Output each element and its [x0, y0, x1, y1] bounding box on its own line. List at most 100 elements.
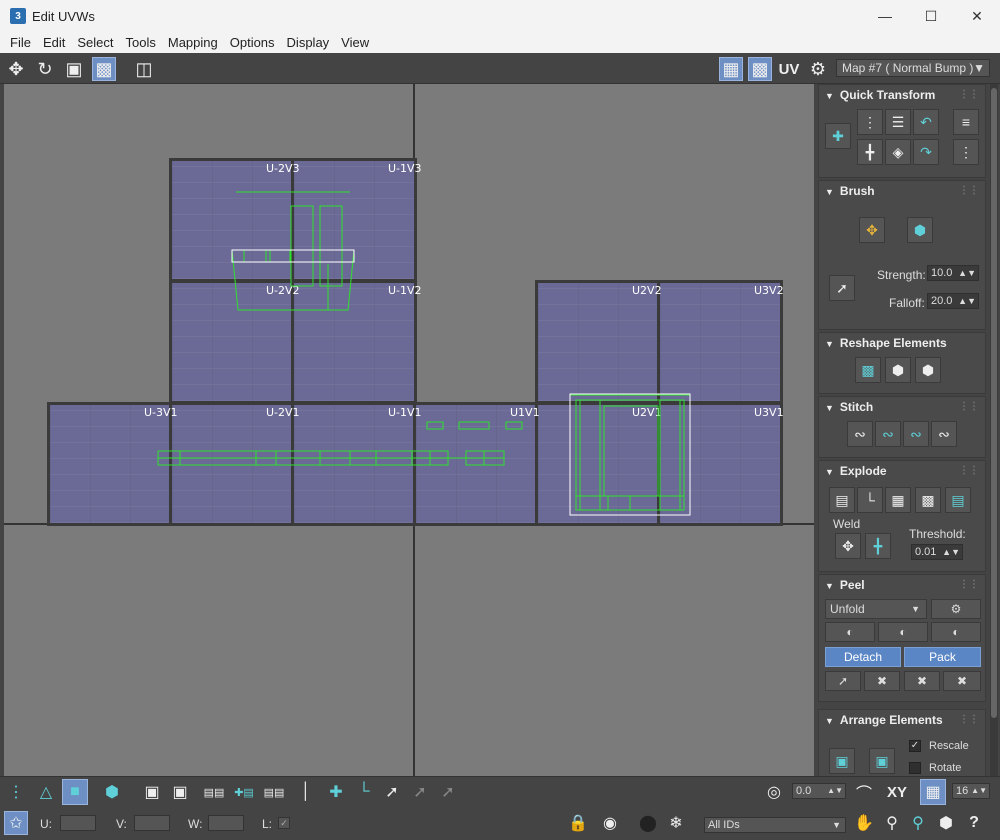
ring-icon[interactable]: ✚▤	[232, 780, 256, 804]
weld-selected-icon[interactable]: ✥	[835, 533, 861, 559]
straighten-selection-icon[interactable]: ▩	[855, 357, 881, 383]
pin-icon[interactable]: ➚	[825, 671, 861, 691]
align-v-icon[interactable]: ☰	[885, 109, 911, 135]
zoom-icon[interactable]: ⚲	[880, 811, 904, 835]
relax-settings-icon[interactable]: ⬢	[915, 357, 941, 383]
select-pins-icon[interactable]: ✖	[943, 671, 981, 691]
pivot-icon[interactable]: ✚	[825, 123, 851, 149]
element-mode-icon[interactable]: ⬢	[100, 780, 124, 804]
scale-icon[interactable]: ▣	[62, 57, 86, 81]
rotate-ccw-icon[interactable]: ↶	[913, 109, 939, 135]
falloff-curve-icon[interactable]: ➚	[829, 275, 855, 301]
space-v-icon[interactable]: ⋮	[953, 139, 979, 165]
paint-select-icon[interactable]: ➚	[380, 780, 404, 804]
menu-options[interactable]: Options	[224, 35, 281, 50]
u-field[interactable]	[60, 815, 96, 831]
v-field[interactable]	[134, 815, 170, 831]
checker-map-icon[interactable]: ▩	[748, 57, 772, 81]
relax-brush-icon[interactable]: ⬢	[907, 217, 933, 243]
peel-mode-button[interactable]: ◐	[878, 622, 928, 642]
grid-size-field[interactable]: 16 ▲▼	[952, 783, 990, 799]
uv-label[interactable]: UV	[777, 57, 801, 81]
grow-selection-icon[interactable]: ▣	[140, 780, 164, 804]
select-overlap-icon[interactable]: ✚	[324, 780, 348, 804]
help-icon[interactable]: ?	[962, 811, 986, 835]
rescale-checkbox[interactable]: ✓	[909, 740, 921, 752]
rotate-icon[interactable]: ↻	[33, 57, 57, 81]
paint-grow-icon[interactable]: ➚	[408, 780, 432, 804]
unpin-icon[interactable]: ✖	[864, 671, 900, 691]
lock-checkbox[interactable]: ✓	[278, 817, 290, 829]
rollout-header[interactable]: ▼ Stitch ⋮⋮	[819, 397, 985, 417]
checker-icon[interactable]: ▦	[719, 57, 743, 81]
rollout-header[interactable]: ▼ Reshape Elements	[819, 333, 985, 353]
lock-icon[interactable]: 🔒	[566, 811, 590, 835]
paint-move-icon[interactable]: ✥	[859, 217, 885, 243]
rotate-cw-icon[interactable]: ↷	[913, 139, 939, 165]
close-button[interactable]: ✕	[954, 0, 1000, 32]
uv-viewport[interactable]: U-2V3 U-1V3 U-2V2 U-1V2 U2V2 U3V2 U-3V1 …	[4, 84, 814, 776]
zoom-extents-icon[interactable]: ⬢	[934, 811, 958, 835]
rollout-header[interactable]: ▼ Arrange Elements ⋮⋮	[819, 710, 985, 730]
quick-peel-button[interactable]: ◐	[825, 622, 875, 642]
maximize-button[interactable]: ☐	[908, 0, 954, 32]
scrollbar-thumb[interactable]	[991, 88, 997, 718]
freeze-icon[interactable]: ❄	[664, 811, 688, 835]
strength-spinner[interactable]: 10.0 ▲▼	[927, 265, 979, 281]
absolute-offset-icon[interactable]: ✩	[4, 811, 28, 835]
detach-button[interactable]: Detach	[825, 647, 901, 667]
stitch-average-icon[interactable]: ∾	[903, 421, 929, 447]
loop-uv-icon[interactable]: ▤▤	[262, 780, 286, 804]
stitch-custom-icon[interactable]: ∾	[847, 421, 873, 447]
menu-mapping[interactable]: Mapping	[162, 35, 224, 50]
align-center-icon[interactable]: ╋	[857, 139, 883, 165]
face-mode-icon[interactable]: ■	[62, 779, 88, 805]
edge-ring-icon[interactable]: │	[294, 780, 318, 804]
rollout-header[interactable]: ▼ Quick Transform ⋮⋮	[819, 85, 985, 105]
rollout-header[interactable]: ▼ Peel ⋮⋮	[819, 575, 985, 595]
threshold-spinner[interactable]: 0.01 ▲▼	[911, 544, 963, 560]
stitch-to-source-icon[interactable]: ∾	[931, 421, 957, 447]
id-filter-dropdown[interactable]: All IDs ▼	[704, 817, 846, 833]
zoom-region-icon[interactable]: ⚲	[906, 811, 930, 835]
w-field[interactable]	[208, 815, 244, 831]
space-h-icon[interactable]: ≡	[953, 109, 979, 135]
map-dropdown[interactable]: Map #7 ( Normal Bump ) ▼	[836, 59, 990, 77]
detach-edge-icon[interactable]: └	[857, 487, 883, 513]
relax-icon[interactable]: ⬢	[885, 357, 911, 383]
menu-display[interactable]: Display	[281, 35, 336, 50]
rollout-header[interactable]: ▼ Explode ⋮⋮	[819, 461, 985, 481]
flatten-by-smoothing-icon[interactable]: ▩	[915, 487, 941, 513]
paint-shrink-icon[interactable]: ➚	[436, 780, 460, 804]
target-weld-icon[interactable]: ╋	[865, 533, 891, 559]
panel-scrollbar[interactable]	[990, 84, 998, 776]
pack-button[interactable]: Pack	[904, 647, 981, 667]
loop-icon[interactable]: ▤▤	[202, 780, 226, 804]
freeform-icon[interactable]: ▩	[92, 57, 116, 81]
peel-reset-button[interactable]: ◐	[931, 622, 981, 642]
menu-select[interactable]: Select	[71, 35, 119, 50]
move-icon[interactable]: ✥	[4, 57, 28, 81]
shrink-selection-icon[interactable]: ▣	[168, 780, 192, 804]
show-hidden-icon[interactable]: ◉	[598, 811, 622, 835]
menu-edit[interactable]: Edit	[37, 35, 71, 50]
peel-mode-dropdown[interactable]: Unfold ▼	[825, 599, 927, 619]
hide-icon[interactable]: ⬤	[636, 811, 660, 835]
rollout-header[interactable]: ▼ Brush ⋮⋮	[819, 181, 985, 201]
mirror-icon[interactable]: ◫	[132, 57, 156, 81]
angle-field[interactable]: 0.0 ▲▼	[792, 783, 846, 799]
menu-view[interactable]: View	[335, 35, 375, 50]
xy-label[interactable]: XY	[882, 780, 912, 804]
straighten-icon[interactable]: ◈	[885, 139, 911, 165]
peel-settings-button[interactable]: ⚙	[931, 599, 981, 619]
flatten-by-material-icon[interactable]: ▤	[945, 487, 971, 513]
minimize-button[interactable]: —	[862, 0, 908, 32]
angle-snap-icon[interactable]: ◎	[762, 780, 786, 804]
menu-file[interactable]: File	[4, 35, 37, 50]
options-icon[interactable]: ⚙	[806, 57, 830, 81]
align-h-icon[interactable]: ⋮	[857, 109, 883, 135]
pack-normalize-icon[interactable]: ▣	[829, 748, 855, 774]
soft-selection-icon[interactable]: ⌒	[852, 780, 876, 804]
break-icon[interactable]: ▤	[829, 487, 855, 513]
falloff-spinner[interactable]: 20.0 ▲▼	[927, 293, 979, 309]
